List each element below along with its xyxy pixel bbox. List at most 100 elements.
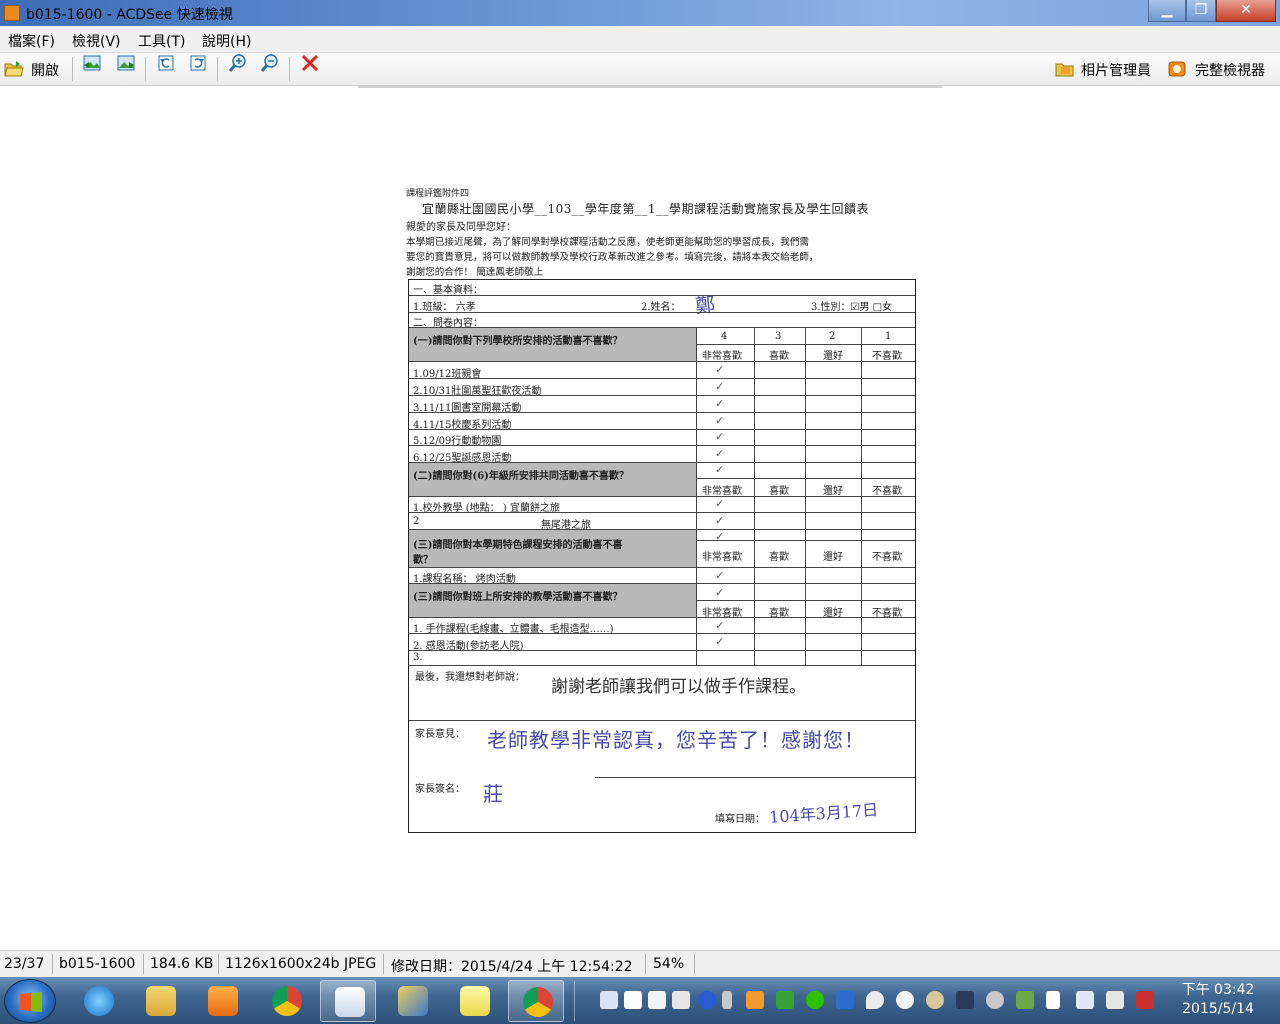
taskbar-scroll-toggle[interactable] bbox=[574, 981, 586, 1021]
flag-icon[interactable] bbox=[1046, 991, 1060, 1009]
doc-intro-line-3: 謝謝您的合作！ 簡達鳳老師敬上 bbox=[406, 267, 544, 278]
display-icon[interactable] bbox=[600, 991, 618, 1009]
minimize-button[interactable]: ▁ bbox=[1148, 0, 1186, 22]
q2-scale-like: 喜歡 bbox=[769, 486, 789, 497]
status-filename: b015-1600 bbox=[59, 956, 136, 972]
chrome-window-icon bbox=[523, 987, 553, 1017]
doc-greeting: 親愛的家長及同學您好： bbox=[406, 222, 516, 233]
gender-field: 3.性別：☑男 □女 bbox=[811, 302, 893, 313]
taskbar-pen-tool[interactable] bbox=[384, 980, 440, 1022]
monitor-icon[interactable] bbox=[776, 991, 794, 1009]
zoom-out-icon[interactable] bbox=[260, 53, 280, 73]
scale-number-1: 1 bbox=[885, 331, 892, 342]
start-button[interactable] bbox=[4, 979, 56, 1023]
parent-comment-label: 家長意見： bbox=[415, 729, 465, 740]
parent-signature-label: 家長簽名： bbox=[415, 784, 465, 795]
menu-file[interactable]: 檔案(F) bbox=[8, 31, 55, 51]
window-title: b015-1600 - ACDSee 快速檢視 bbox=[26, 7, 233, 23]
menu-view[interactable]: 檢視(V) bbox=[72, 31, 121, 51]
q3-scale-like: 喜歡 bbox=[769, 552, 789, 563]
doc-intro-line-2: 要您的寶貴意見，將可以做教師教學及學校行政革新改進之參考。填寫完後，請將本表交給… bbox=[406, 252, 819, 263]
q3-scale-very-like: 非常喜歡 bbox=[702, 552, 742, 563]
keyboard-icon[interactable] bbox=[672, 991, 690, 1009]
table-rule bbox=[595, 777, 915, 778]
disc-icon[interactable] bbox=[986, 991, 1004, 1009]
photo-icon[interactable] bbox=[1016, 991, 1034, 1009]
font-icon[interactable] bbox=[624, 991, 642, 1009]
status-separator bbox=[218, 954, 219, 974]
taskbar-clock[interactable]: 下午 03:42 2015/5/14 bbox=[1168, 981, 1268, 1019]
close-button[interactable]: ✕ bbox=[1216, 0, 1276, 22]
settings-icon[interactable] bbox=[722, 991, 732, 1009]
table-rule bbox=[409, 567, 915, 568]
full-viewer-label: 完整檢視器 bbox=[1195, 63, 1265, 79]
wechat-icon[interactable] bbox=[806, 991, 824, 1009]
menu-help[interactable]: 說明(H) bbox=[202, 31, 251, 51]
table-rule bbox=[409, 617, 915, 618]
open-folder-icon bbox=[4, 61, 24, 77]
doc-title: 宜蘭縣壯圍國民小學__103__學年度第__1__學期課程活動實施家長及學生回饋… bbox=[422, 202, 870, 216]
scanned-document: 課程評鑑附件四 宜蘭縣壯圍國民小學__103__學年度第__1__學期課程活動實… bbox=[400, 186, 920, 836]
network-icon[interactable] bbox=[1076, 991, 1094, 1009]
open-button[interactable]: 開啟 bbox=[4, 58, 66, 82]
scale-number-3: 3 bbox=[775, 331, 782, 342]
taskbar-media-player[interactable] bbox=[194, 980, 250, 1022]
clock-app-icon[interactable] bbox=[896, 991, 914, 1009]
status-bar: 23/37 b015-1600 184.6 KB 1126x1600x24b J… bbox=[0, 950, 1280, 977]
toolbar: 開啟 相片管理員 完整檢視器 bbox=[0, 53, 1280, 86]
status-separator bbox=[383, 954, 384, 974]
acdsee-app-icon bbox=[4, 5, 20, 21]
media-player-icon bbox=[208, 986, 238, 1016]
table-rule bbox=[409, 445, 915, 446]
app-window: b015-1600 - ACDSee 快速檢視 ▁ ❐ ✕ 檔案(F) 檢視(V… bbox=[0, 0, 1280, 1024]
ime-icon[interactable] bbox=[1136, 991, 1154, 1009]
table-rule bbox=[409, 665, 915, 666]
title-bar[interactable]: b015-1600 - ACDSee 快速檢視 ▁ ❐ ✕ bbox=[0, 0, 1280, 26]
taskbar-file-explorer[interactable] bbox=[132, 980, 188, 1022]
zoom-in-icon[interactable] bbox=[228, 53, 248, 73]
previous-image-icon[interactable] bbox=[82, 53, 102, 73]
toolbar-separator bbox=[72, 57, 73, 81]
q4-question: (三)請問你對班上所安排的教學活動喜不喜歡？ bbox=[413, 592, 623, 603]
toolbar-separator bbox=[289, 57, 290, 81]
scale-label-very-like: 非常喜歡 bbox=[702, 351, 742, 362]
vpn-icon[interactable] bbox=[926, 991, 944, 1009]
q3-question-cont: 歡？ bbox=[413, 555, 433, 566]
taskbar-chrome[interactable] bbox=[258, 980, 314, 1022]
checkmark: ✓ bbox=[715, 430, 725, 443]
image-viewer[interactable]: 課程評鑑附件四 宜蘭縣壯圍國民小學__103__學年度第__1__學期課程活動實… bbox=[0, 86, 1280, 950]
bluetooth-icon[interactable] bbox=[836, 991, 854, 1009]
full-viewer-button[interactable]: 完整檢視器 bbox=[1167, 58, 1275, 82]
location-icon[interactable] bbox=[866, 991, 884, 1009]
status-separator bbox=[645, 954, 646, 974]
table-rule bbox=[805, 328, 806, 665]
scale-label-dislike: 不喜歡 bbox=[872, 351, 902, 362]
file-explorer-icon bbox=[146, 986, 176, 1016]
photo-manager-button[interactable]: 相片管理員 bbox=[1055, 58, 1159, 82]
doc-intro-line-1: 本學期已接近尾聲，為了解同學對學校課程活動之反應，使老師更能幫助您的學習成長，我… bbox=[406, 237, 809, 248]
q2-question: (二)請問你對(6)年級所安排共同活動喜不喜歡？ bbox=[413, 471, 629, 482]
feedback-form-table: 一、基本資料： 1.班級： 六孝 2.姓名： 鄭 3.性別：☑男 □女 二、問卷… bbox=[408, 279, 916, 833]
rotate-left-icon[interactable] bbox=[156, 53, 176, 73]
taskbar-paint[interactable] bbox=[320, 980, 376, 1022]
table-rule bbox=[696, 328, 697, 665]
taskbar-sticky-notes[interactable] bbox=[446, 980, 502, 1022]
doc-icon[interactable] bbox=[648, 991, 666, 1009]
q3-question: (三)請問你對本學期特色課程安排的活動喜不喜 bbox=[413, 540, 623, 551]
volume-icon[interactable] bbox=[1106, 991, 1124, 1009]
camera-icon[interactable] bbox=[746, 991, 764, 1009]
scan-edge-line bbox=[358, 86, 942, 88]
screen-capture-icon[interactable] bbox=[956, 991, 974, 1009]
final-comment-label: 最後，我還想對老師說： bbox=[415, 672, 525, 683]
checkmark: ✓ bbox=[715, 586, 725, 599]
next-image-icon[interactable] bbox=[116, 53, 136, 73]
taskbar-internet-explorer[interactable] bbox=[70, 980, 126, 1022]
rotate-right-icon[interactable] bbox=[188, 53, 208, 73]
help-icon[interactable] bbox=[698, 991, 716, 1009]
delete-icon[interactable] bbox=[300, 53, 320, 73]
maximize-button[interactable]: ❐ bbox=[1186, 0, 1216, 22]
menu-tools[interactable]: 工具(T) bbox=[138, 31, 185, 51]
table-rule bbox=[409, 429, 915, 430]
taskbar-chrome-window[interactable] bbox=[508, 980, 564, 1022]
table-rule bbox=[409, 412, 915, 413]
